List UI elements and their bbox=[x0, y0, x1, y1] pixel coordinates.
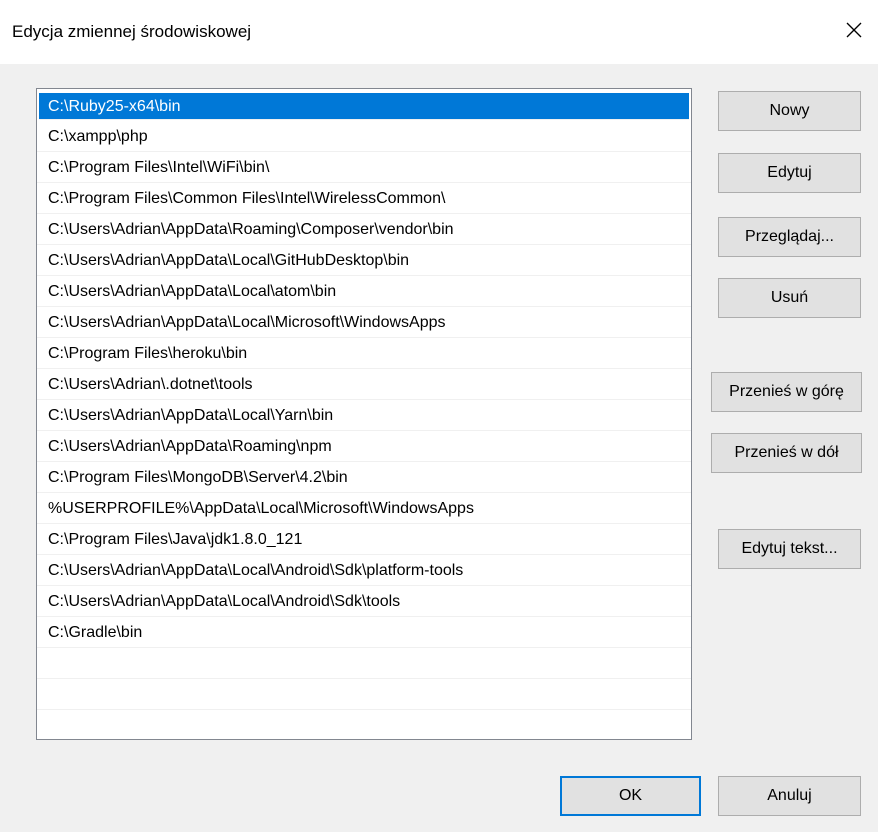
ok-button[interactable]: OK bbox=[560, 776, 701, 816]
path-list-item[interactable]: %USERPROFILE%\AppData\Local\Microsoft\Wi… bbox=[37, 493, 691, 524]
path-list-item[interactable]: C:\Users\Adrian\AppData\Roaming\Composer… bbox=[37, 214, 691, 245]
path-list-item-selected[interactable]: C:\Ruby25-x64\bin bbox=[39, 93, 689, 120]
path-list-item[interactable]: C:\xampp\php bbox=[37, 121, 691, 152]
cancel-button[interactable]: Anuluj bbox=[718, 776, 861, 816]
move-down-button[interactable]: Przenieś w dół bbox=[711, 433, 862, 473]
path-list-item[interactable]: C:\Program Files\heroku\bin bbox=[37, 338, 691, 369]
path-list-item[interactable]: C:\Users\Adrian\AppData\Local\Microsoft\… bbox=[37, 307, 691, 338]
path-list-item[interactable] bbox=[37, 710, 691, 739]
path-list-item[interactable]: C:\Users\Adrian\AppData\Roaming\npm bbox=[37, 431, 691, 462]
path-list-item[interactable]: C:\Users\Adrian\AppData\Local\atom\bin bbox=[37, 276, 691, 307]
browse-button[interactable]: Przeglądaj... bbox=[718, 217, 861, 257]
close-button[interactable] bbox=[836, 10, 872, 50]
path-list-item[interactable]: C:\Program Files\MongoDB\Server\4.2\bin bbox=[37, 462, 691, 493]
title-bar[interactable]: Edycja zmiennej środowiskowej bbox=[0, 0, 878, 64]
path-list-item[interactable]: C:\Program Files\Common Files\Intel\Wire… bbox=[37, 183, 691, 214]
path-list-item[interactable]: C:\Program Files\Intel\WiFi\bin\ bbox=[37, 152, 691, 183]
path-list-item[interactable]: C:\Users\Adrian\AppData\Local\GitHubDesk… bbox=[37, 245, 691, 276]
edit-button[interactable]: Edytuj bbox=[718, 153, 861, 193]
path-list-item[interactable]: C:\Users\Adrian\AppData\Local\Android\Sd… bbox=[37, 555, 691, 586]
path-list[interactable]: C:\Ruby25-x64\bin C:\xampp\php C:\Program … bbox=[36, 88, 692, 740]
delete-button[interactable]: Usuń bbox=[718, 278, 861, 318]
edit-text-button[interactable]: Edytuj tekst... bbox=[718, 529, 861, 569]
path-list-item[interactable] bbox=[37, 679, 691, 710]
path-list-item[interactable]: C:\Users\Adrian\AppData\Local\Yarn\bin bbox=[37, 400, 691, 431]
close-icon bbox=[846, 22, 862, 38]
edit-environment-variable-dialog: Edycja zmiennej środowiskowej C:\Ruby25-… bbox=[0, 0, 878, 832]
path-list-item[interactable]: C:\Gradle\bin bbox=[37, 617, 691, 648]
move-up-button[interactable]: Przenieś w górę bbox=[711, 372, 862, 412]
dialog-title: Edycja zmiennej środowiskowej bbox=[12, 22, 252, 41]
path-list-item[interactable]: C:\Users\Adrian\AppData\Local\Android\Sd… bbox=[37, 586, 691, 617]
path-list-item[interactable]: C:\Users\Adrian\.dotnet\tools bbox=[37, 369, 691, 400]
new-button[interactable]: Nowy bbox=[718, 91, 861, 131]
path-list-item[interactable]: C:\Program Files\Java\jdk1.8.0_121 bbox=[37, 524, 691, 555]
path-list-item[interactable] bbox=[37, 648, 691, 679]
